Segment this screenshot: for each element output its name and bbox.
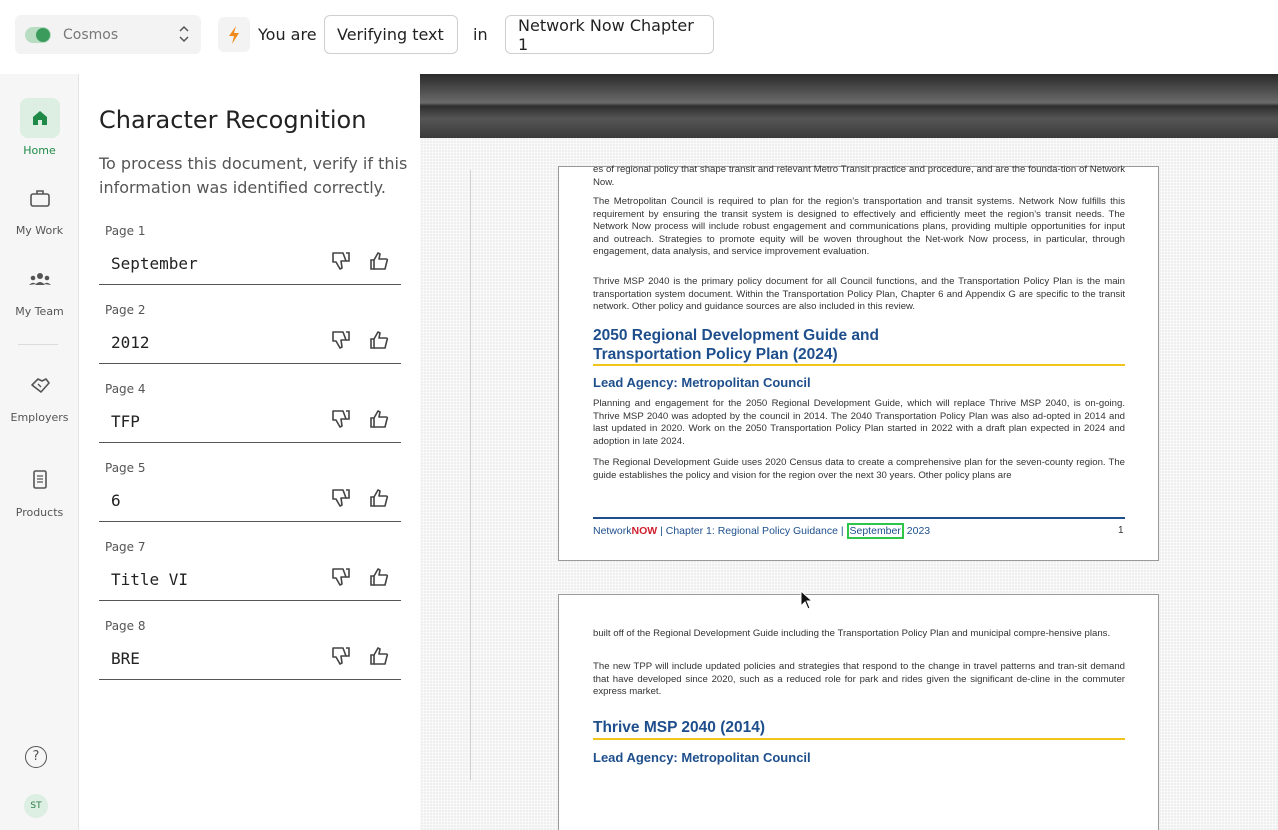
document-icon — [20, 460, 60, 500]
footer-now: NOW — [631, 525, 658, 537]
document-select[interactable]: Network Now Chapter 1 — [505, 15, 714, 54]
chevron-updown-icon — [179, 24, 189, 47]
top-bar: Cosmos You are Verifying text in Network… — [0, 0, 1278, 74]
nav-divider — [18, 344, 58, 345]
nav-my-work[interactable]: My Work — [0, 178, 79, 237]
verification-row: Page 2 2012 — [99, 303, 401, 382]
page1-paragraph-1: The Metropolitan Council is required to … — [593, 196, 1125, 258]
panel-title: Character Recognition — [99, 106, 367, 134]
row-page-label: Page 5 — [105, 461, 146, 475]
thumbs-up-icon[interactable] — [368, 329, 390, 351]
page1-paragraph-0: es of regional policy that shape transit… — [593, 164, 1125, 188]
page2-paragraph-1: built off of the Regional Development Gu… — [593, 628, 1111, 639]
thumbs-down-icon[interactable] — [330, 487, 352, 509]
page2-heading-rule — [593, 738, 1125, 740]
page-number: 1 — [1118, 525, 1124, 536]
row-page-label: Page 4 — [105, 382, 146, 396]
mode-select[interactable]: Verifying text — [324, 15, 458, 54]
footer-year: 2023 — [903, 525, 931, 537]
panel-description: To process this document, verify if this… — [99, 154, 408, 197]
thumbs-up-icon[interactable] — [368, 250, 390, 272]
page2-paragraph-2: The new TPP will include updated policie… — [593, 661, 1125, 698]
verification-row: Page 1 September — [99, 224, 401, 303]
nav-employers-label: Employers — [10, 411, 69, 424]
row-page-label: Page 2 — [105, 303, 146, 317]
viewer-divider — [470, 170, 471, 780]
thumbs-down-icon[interactable] — [330, 566, 352, 588]
you-are-label: You are — [258, 25, 317, 44]
row-underline — [99, 600, 401, 601]
character-recognition-panel: Character Recognition To process this do… — [80, 74, 420, 830]
row-underline — [99, 363, 401, 364]
row-value[interactable]: 2012 — [111, 333, 150, 352]
row-underline — [99, 284, 401, 285]
document-viewer[interactable]: es of regional policy that shape transit… — [420, 74, 1278, 830]
highlighted-word-box[interactable]: September — [846, 523, 904, 539]
nav-home[interactable]: Home — [0, 98, 79, 157]
page1-footer: NetworkNOW | Chapter 1: Regional Policy … — [593, 523, 931, 539]
row-value[interactable]: September — [111, 254, 198, 273]
nav-products[interactable]: Products — [0, 460, 79, 519]
team-icon — [20, 259, 60, 299]
page2-subheading: Lead Agency: Metropolitan Council — [593, 750, 811, 765]
verification-row: Page 5 6 — [99, 461, 401, 540]
row-value[interactable]: 6 — [111, 491, 121, 510]
workspace-toggle[interactable] — [25, 26, 51, 43]
row-underline — [99, 521, 401, 522]
page1-footer-rule — [593, 517, 1125, 519]
thumbs-up-icon[interactable] — [368, 408, 390, 430]
footer-chapter: | Chapter 1: Regional Policy Guidance | — [657, 525, 847, 537]
nav-my-work-label: My Work — [15, 224, 64, 237]
thumbs-down-icon[interactable] — [330, 329, 352, 351]
workspace-name: Cosmos — [63, 26, 119, 43]
mouse-cursor-icon — [800, 589, 814, 614]
handshake-icon — [20, 365, 60, 405]
row-value[interactable]: Title VI — [111, 570, 188, 589]
verification-row: Page 8 BRE — [99, 619, 401, 698]
nav-products-label: Products — [15, 506, 64, 519]
footer-network: Network — [593, 525, 632, 537]
home-icon — [19, 98, 60, 138]
in-label: in — [473, 25, 488, 44]
viewer-toolbar — [420, 74, 1278, 138]
page1-subheading: Lead Agency: Metropolitan Council — [593, 375, 811, 390]
page1-heading-rule — [593, 364, 1125, 366]
nav-my-team-label: My Team — [15, 305, 64, 318]
nav-my-team[interactable]: My Team — [0, 259, 79, 318]
row-underline — [99, 442, 401, 443]
document-page-2: built off of the Regional Development Gu… — [558, 594, 1159, 830]
page2-heading: Thrive MSP 2040 (2014) — [593, 719, 766, 736]
avatar[interactable]: ST — [24, 794, 48, 818]
thumbs-down-icon[interactable] — [330, 250, 352, 272]
left-nav: Home My Work My Team Employers Products … — [0, 74, 79, 830]
page1-paragraph-3: Planning and engagement for the 2050 Reg… — [593, 398, 1125, 447]
row-page-label: Page 8 — [105, 619, 146, 633]
briefcase-icon — [20, 178, 60, 218]
page1-heading-line1: 2050 Regional Development Guide and — [593, 327, 879, 344]
row-page-label: Page 1 — [105, 224, 146, 238]
row-underline — [99, 679, 401, 680]
workspace-select[interactable]: Cosmos — [15, 15, 201, 54]
row-page-label: Page 7 — [105, 540, 146, 554]
row-value[interactable]: BRE — [111, 649, 140, 668]
page1-paragraph-4: The Regional Development Guide uses 2020… — [593, 457, 1125, 481]
verification-row: Page 4 TFP — [99, 382, 401, 461]
page1-heading-line2: Transportation Policy Plan (2024) — [593, 346, 838, 363]
thumbs-down-icon[interactable] — [330, 645, 352, 667]
verification-row: Page 7 Title VI — [99, 540, 401, 619]
nav-employers[interactable]: Employers — [0, 365, 79, 424]
help-icon[interactable]: ? — [25, 746, 47, 768]
thumbs-up-icon[interactable] — [368, 645, 390, 667]
thumbs-up-icon[interactable] — [368, 487, 390, 509]
thumbs-up-icon[interactable] — [368, 566, 390, 588]
nav-home-label: Home — [23, 144, 56, 157]
row-value[interactable]: TFP — [111, 412, 140, 431]
document-page-1: es of regional policy that shape transit… — [558, 164, 1159, 561]
page1-paragraph-2: Thrive MSP 2040 is the primary policy do… — [593, 276, 1125, 313]
thumbs-down-icon[interactable] — [330, 408, 352, 430]
lightning-icon[interactable] — [218, 17, 250, 52]
